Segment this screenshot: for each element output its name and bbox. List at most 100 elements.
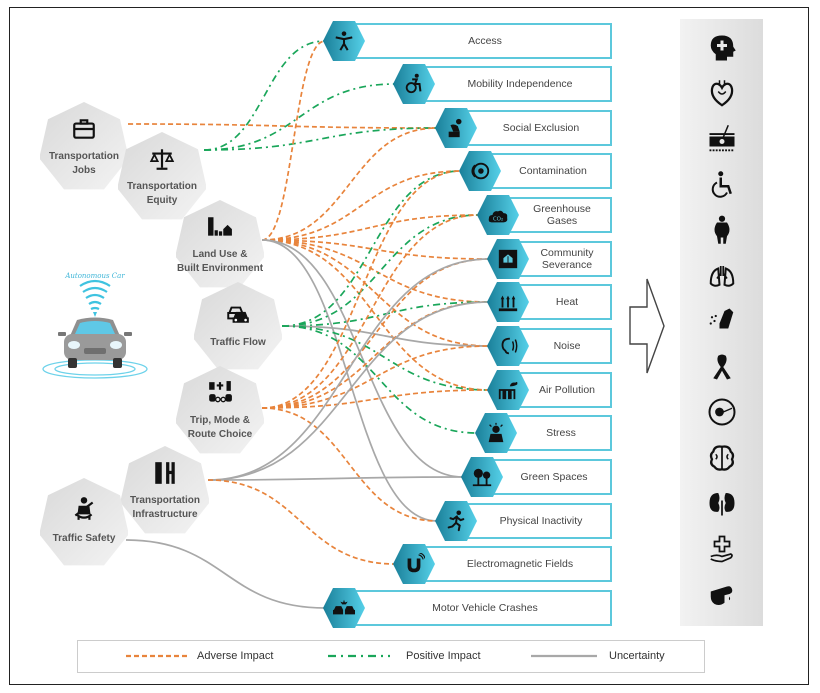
health-outcome-item <box>680 306 763 341</box>
determinant-label: Built Environment <box>176 263 264 274</box>
cars-icon <box>227 306 249 323</box>
determinant-landuse: Land Use & Built Environment <box>176 200 264 288</box>
autonomous-car-icon: Autonomous Car <box>42 272 148 379</box>
legend-label: Adverse Impact <box>197 650 274 662</box>
mental-health-head-icon <box>710 35 736 61</box>
determinant-label: Traffic Safety <box>52 533 116 544</box>
infrastructure-icon <box>155 462 175 484</box>
health-outcome-item <box>680 79 763 114</box>
outcome-contamination: Contamination <box>458 151 612 191</box>
obesity-icon <box>714 215 729 244</box>
health-outcome-item <box>680 443 763 478</box>
inhaler-icon <box>709 308 733 329</box>
determinant-label: Route Choice <box>187 429 253 440</box>
health-outcome-item <box>680 261 763 296</box>
outcome-label: Physical Inactivity <box>499 515 583 527</box>
scales-icon <box>149 149 175 170</box>
determinant-label: Transportation <box>129 495 200 506</box>
legend-item-uncertainty: Uncertainty <box>531 641 665 671</box>
outcome-mobility: Mobility Independence <box>392 64 612 104</box>
healthcare-hand-icon <box>709 535 733 562</box>
outcome-air: Air Pollution <box>486 370 612 410</box>
determinant-label: Infrastructure <box>132 509 198 520</box>
health-outcome-item <box>680 534 763 569</box>
outcome-heat: Heat <box>486 282 612 322</box>
seatbelt-icon <box>74 497 94 520</box>
link-safety-to-crashes <box>125 539 326 609</box>
legend-item-adverse: Adverse Impact <box>126 641 273 671</box>
determinant-jobs: Transportation Jobs <box>40 102 128 190</box>
health-outcome-item <box>680 352 763 387</box>
determinant-label: Transportation <box>126 181 197 192</box>
skin-icon <box>709 124 734 152</box>
buildings-house-icon <box>208 217 232 236</box>
health-outcome-item <box>680 579 763 614</box>
outcome-label: Community Severance <box>540 247 594 271</box>
determinant-label: Jobs <box>72 165 96 176</box>
outcome-stress: Stress <box>474 413 612 453</box>
lungs-icon <box>709 265 734 287</box>
link-trip-to-inactivity <box>261 407 438 522</box>
autonomous-car-caption: Autonomous Car <box>64 272 125 280</box>
outcome-severance: Community Severance <box>486 239 612 279</box>
outcome-noise: Noise <box>486 326 612 366</box>
outcome-label: Social Exclusion <box>502 122 580 134</box>
link-landuse-to-green <box>261 239 464 478</box>
link-traffic-to-stress <box>281 325 478 434</box>
link-traffic-to-contamination <box>281 170 462 327</box>
health-outcome-item <box>680 124 763 159</box>
outcome-label: Greenhouse Gases <box>533 203 591 227</box>
determinant-trip: Trip, Mode & Route Choice <box>176 366 264 454</box>
legend-label: Positive Impact <box>406 650 481 662</box>
autonomous-car: Autonomous Car <box>40 268 150 388</box>
svg-text:CO₂: CO₂ <box>493 217 503 223</box>
adverse-line-swatch <box>126 654 188 658</box>
link-landuse-to-ghg <box>261 214 480 241</box>
outcome-label: Noise <box>553 340 581 352</box>
outcome-ghg: CO₂ Greenhouse Gases <box>476 195 612 235</box>
outcome-label: Contamination <box>519 165 587 177</box>
determinant-label: Traffic Flow <box>210 337 266 348</box>
link-infra-to-green <box>207 476 464 481</box>
legend: Adverse Impact Positive Impact Uncertain… <box>77 640 705 673</box>
determinant-traffic: Traffic Flow <box>194 282 282 370</box>
outcome-label: Heat <box>555 296 579 308</box>
outcome-label: Motor Vehicle Crashes <box>432 602 538 614</box>
outcome-inactivity: Physical Inactivity <box>434 501 612 541</box>
outcome-crashes: Motor Vehicle Crashes <box>322 588 612 628</box>
health-outcome-item <box>680 488 763 523</box>
positive-line-swatch <box>328 654 390 658</box>
health-outcome-item <box>680 170 763 205</box>
transport-modes-icon <box>209 381 232 403</box>
determinant-infra: Transportation Infrastructure <box>121 446 209 534</box>
link-infra-to-emf <box>207 479 396 565</box>
legend-item-positive: Positive Impact <box>328 641 481 671</box>
cancer-ribbon-icon <box>712 354 731 379</box>
determinant-label: Trip, Mode & <box>190 415 250 426</box>
link-landuse-to-access <box>261 40 326 241</box>
arrow-right-icon <box>629 278 665 374</box>
health-outcome-item <box>680 397 763 432</box>
link-trip-to-contamination <box>261 170 462 409</box>
outcome-green: Green Spaces <box>460 457 612 497</box>
heart-icon <box>710 79 733 107</box>
outcome-emf: Electromagnetic Fields <box>392 544 612 584</box>
determinant-safety: Traffic Safety <box>40 478 128 566</box>
link-trip-to-heat <box>261 301 490 409</box>
fertility-icon <box>708 398 735 426</box>
disability-icon <box>711 170 732 198</box>
health-outcome-item <box>680 33 763 68</box>
legend-label: Uncertainty <box>609 650 665 662</box>
outcome-access: Access <box>322 21 612 61</box>
determinant-label: Transportation <box>48 151 119 162</box>
kidneys-icon <box>709 493 734 516</box>
outcome-label: Green Spaces <box>520 471 588 483</box>
health-outcomes-column <box>680 19 763 626</box>
briefcase-icon <box>73 119 95 139</box>
outcome-label: Access <box>468 35 502 47</box>
link-traffic-to-ghg <box>281 214 480 327</box>
outcome-label: Electromagnetic Fields <box>466 558 574 570</box>
blood-test-icon <box>710 586 732 605</box>
outcome-label: Stress <box>546 427 576 439</box>
outcome-label: Mobility Independence <box>467 78 573 90</box>
